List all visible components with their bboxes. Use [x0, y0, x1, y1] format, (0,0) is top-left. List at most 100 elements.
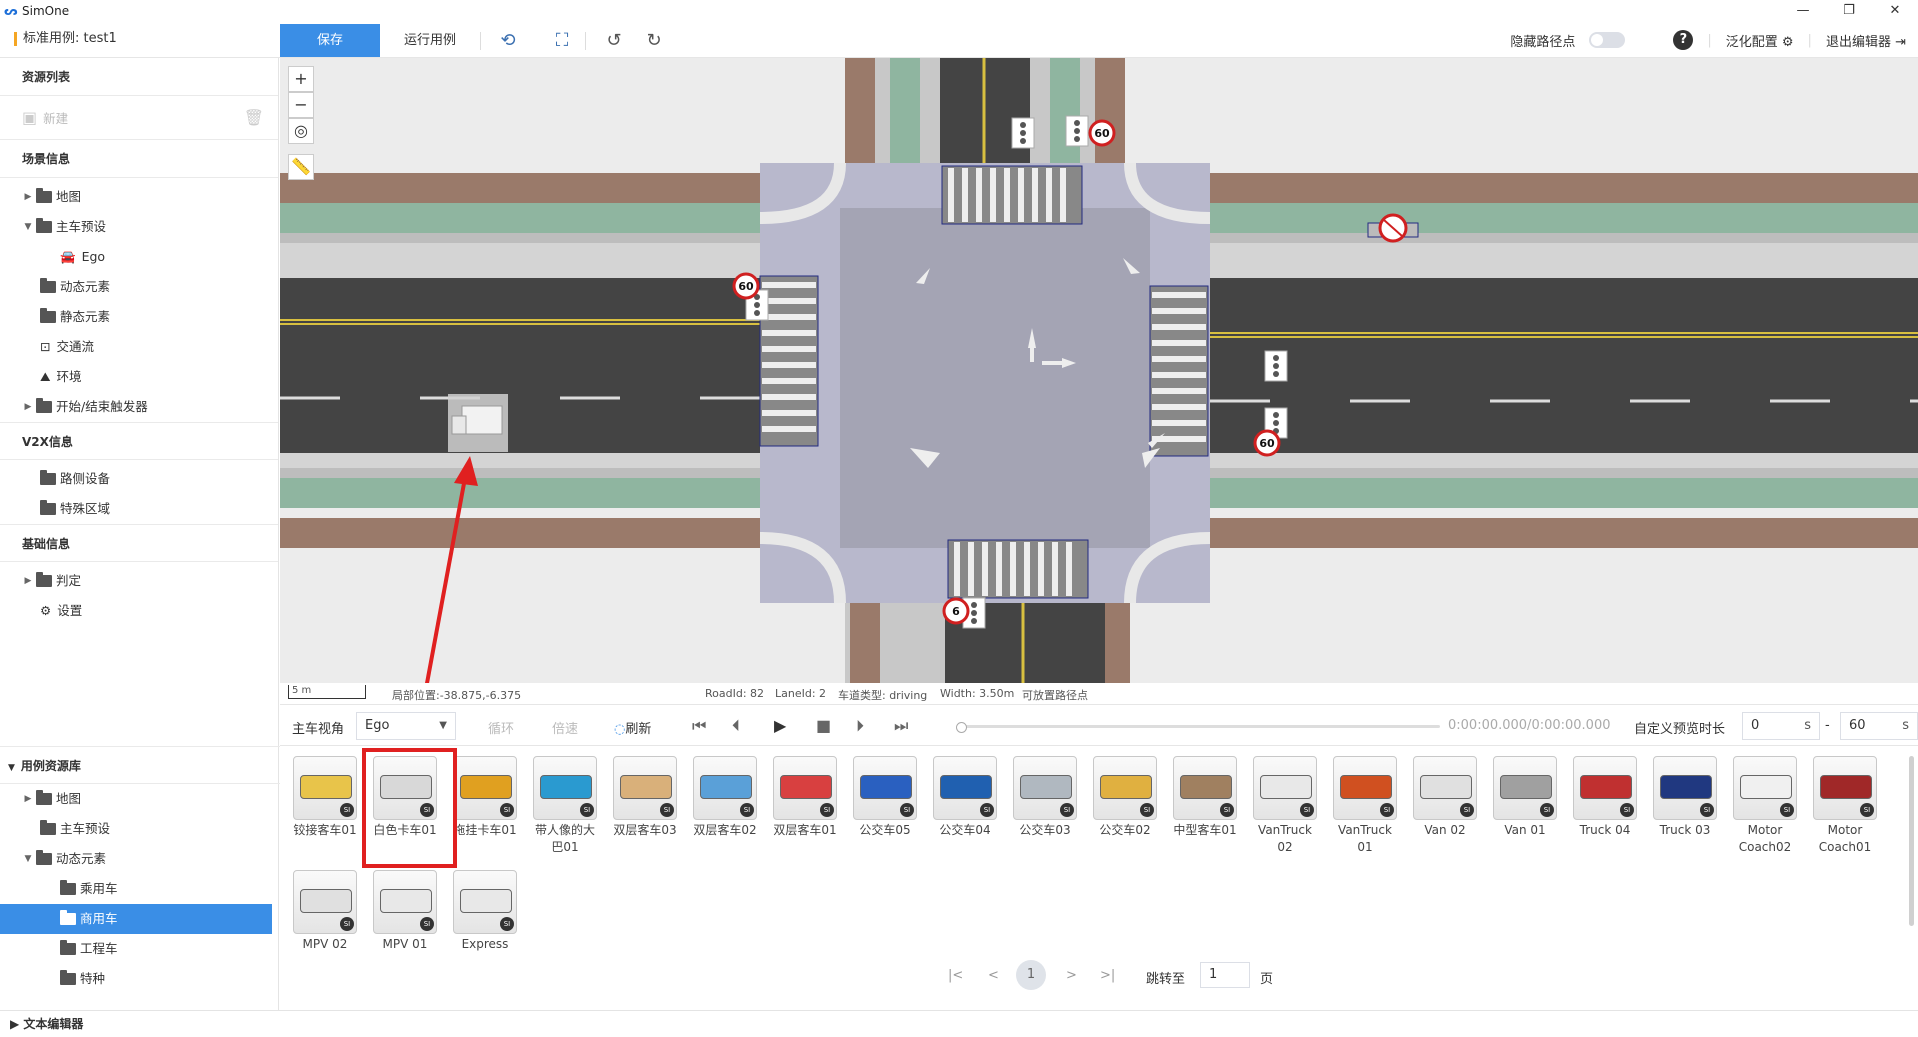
collapse-arrow-icon[interactable]: ▼: [20, 844, 36, 874]
refresh-button[interactable]: ◌刷新: [614, 718, 651, 737]
asset-card[interactable]: SI 铰接客车01: [290, 756, 360, 856]
speed-button[interactable]: 倍速: [552, 718, 578, 737]
tree-item-ego-preset[interactable]: ▼ 主车预设: [0, 212, 278, 242]
lib-item-ego-preset[interactable]: 主车预设: [0, 814, 280, 844]
asset-card[interactable]: SI Motor Coach01: [1810, 756, 1880, 856]
asset-card[interactable]: SI Van 01: [1490, 756, 1560, 856]
asset-card[interactable]: SI VanTruck 01: [1330, 756, 1400, 856]
zoom-out-button[interactable]: −: [288, 92, 314, 118]
timeline-slider[interactable]: [956, 722, 1440, 733]
tree-item-judgement[interactable]: ▶ 判定: [0, 566, 278, 596]
asset-card[interactable]: SI Motor Coach02: [1730, 756, 1800, 856]
last-page-button[interactable]: >|: [1100, 968, 1115, 983]
asset-card[interactable]: SI 双层客车03: [610, 756, 680, 856]
lib-item-dynamic[interactable]: ▼ 动态元素: [0, 844, 280, 874]
undo-icon[interactable]: ↺: [603, 30, 625, 52]
asset-card[interactable]: SI Truck 03: [1650, 756, 1720, 856]
tree-item-traffic-flow[interactable]: ⊡ 交通流: [0, 332, 278, 362]
expand-arrow-icon[interactable]: ▶: [20, 784, 36, 814]
skip-start-icon[interactable]: ⏮: [692, 716, 706, 736]
fit-view-icon[interactable]: ⛶: [551, 30, 573, 52]
folder-open-icon: [36, 218, 52, 233]
lib-item-special[interactable]: 特种: [0, 964, 280, 994]
lib-item-map[interactable]: ▶ 地图: [0, 784, 280, 814]
asset-card[interactable]: SI Van 02: [1410, 756, 1480, 856]
run-case-button[interactable]: 运行用例: [390, 24, 470, 57]
asset-card[interactable]: SI Truck 04: [1570, 756, 1640, 856]
ruler-icon[interactable]: 📏: [288, 154, 314, 180]
text-editor-toggle[interactable]: ▶ 文本编辑器: [0, 1010, 1918, 1036]
play-icon[interactable]: ▶: [774, 716, 786, 735]
close-button[interactable]: ✕: [1872, 0, 1918, 22]
asset-card[interactable]: SI 双层客车01: [770, 756, 840, 856]
trash-icon[interactable]: 🗑: [244, 108, 264, 127]
redo-icon[interactable]: ↻: [643, 30, 665, 52]
locate-icon[interactable]: ◎: [288, 118, 314, 144]
first-page-button[interactable]: |<: [948, 968, 963, 983]
playback-bar: 主车视角 Ego ▼ 循环 倍速 ◌刷新 ⏮ ⏴ ▶ ■ ⏵ ⏭ 0:00:00.…: [280, 706, 1918, 746]
expand-arrow-icon[interactable]: ▶: [20, 392, 36, 422]
tree-item-static[interactable]: 静态元素: [0, 302, 278, 332]
stop-icon[interactable]: ■: [816, 716, 831, 735]
prev-page-button[interactable]: <: [988, 968, 999, 983]
asset-card[interactable]: SI 双层客车02: [690, 756, 760, 856]
window-controls: — ❐ ✕: [1780, 0, 1918, 22]
hide-path-toggle[interactable]: [1589, 32, 1626, 48]
tree-item-map[interactable]: ▶ 地图: [0, 182, 278, 212]
loop-button[interactable]: 循环: [488, 718, 514, 737]
placed-truck[interactable]: [448, 394, 508, 452]
preview-start-input[interactable]: 0s: [1742, 712, 1820, 740]
resource-library-header[interactable]: ▼ 用例资源库: [0, 746, 280, 784]
asset-card[interactable]: SI MPV 02: [290, 870, 360, 970]
asset-card[interactable]: SI 带人像的大巴01: [530, 756, 600, 856]
next-page-button[interactable]: >: [1066, 968, 1077, 983]
new-button[interactable]: ▣ 新建 🗑: [0, 96, 278, 140]
si-badge-icon: SI: [1860, 803, 1874, 817]
zoom-in-button[interactable]: +: [288, 66, 314, 92]
lib-item-passenger-car[interactable]: 乘用车: [0, 874, 280, 904]
step-back-icon[interactable]: ⏴: [732, 716, 740, 736]
tree-item-triggers[interactable]: ▶ 开始/结束触发器: [0, 392, 278, 422]
map-view[interactable]: 60 60 60 6 + − ◎ 📏: [280, 58, 1918, 683]
maximize-button[interactable]: ❐: [1826, 0, 1872, 22]
asset-card[interactable]: SI 公交车03: [1010, 756, 1080, 856]
asset-card[interactable]: SI 拖挂卡车01: [450, 756, 520, 856]
expand-arrow-icon[interactable]: ▶: [20, 566, 36, 596]
goto-page-input[interactable]: 1: [1200, 962, 1250, 988]
scene-info-header: 场景信息: [0, 140, 278, 178]
lib-item-commercial[interactable]: 商用车: [0, 904, 272, 934]
tree-item-roadside[interactable]: 路侧设备: [0, 464, 278, 494]
collapse-arrow-icon[interactable]: ▼: [20, 212, 36, 242]
generalize-config-button[interactable]: 泛化配置 ⚙: [1726, 31, 1794, 50]
step-forward-icon[interactable]: ⏵: [856, 716, 864, 736]
folder-icon: [60, 910, 76, 925]
save-button[interactable]: 保存: [280, 24, 380, 57]
help-icon[interactable]: ?: [1673, 30, 1694, 50]
tree-item-special-area[interactable]: 特殊区域: [0, 494, 278, 524]
preview-end-input[interactable]: 60 s: [1840, 712, 1918, 740]
asset-card[interactable]: SI Express: [450, 870, 520, 970]
tree-item-dynamic[interactable]: 动态元素: [0, 272, 278, 302]
road-map[interactable]: 60 60 60 6: [280, 58, 1918, 683]
page-number[interactable]: 1: [1016, 960, 1046, 990]
reset-view-icon[interactable]: ⟲: [497, 30, 519, 52]
minimize-button[interactable]: —: [1780, 0, 1826, 22]
asset-card[interactable]: SI 公交车04: [930, 756, 1000, 856]
asset-card[interactable]: SI 中型客车01: [1170, 756, 1240, 856]
asset-card[interactable]: SI 公交车05: [850, 756, 920, 856]
tree-item-ego[interactable]: 🚘 Ego: [0, 242, 278, 272]
skip-end-icon[interactable]: ⏭: [894, 716, 908, 736]
asset-card[interactable]: SI 公交车02: [1090, 756, 1160, 856]
folder-icon: [40, 470, 56, 485]
tree-item-settings[interactable]: ⚙ 设置: [0, 596, 278, 626]
asset-name: 公交车05: [859, 823, 911, 837]
tree-item-environment[interactable]: ⛰ 环境: [0, 362, 278, 392]
asset-card[interactable]: SI MPV 01: [370, 870, 440, 970]
exit-editor-button[interactable]: 退出编辑器 ⇥: [1826, 31, 1906, 50]
vehicle-thumbnail: SI: [293, 870, 357, 934]
expand-arrow-icon[interactable]: ▶: [20, 182, 36, 212]
lib-item-engineering[interactable]: 工程车: [0, 934, 280, 964]
gallery-scrollbar[interactable]: [1909, 756, 1914, 926]
view-select[interactable]: Ego ▼: [356, 712, 456, 740]
asset-card[interactable]: SI VanTruck 02: [1250, 756, 1320, 856]
